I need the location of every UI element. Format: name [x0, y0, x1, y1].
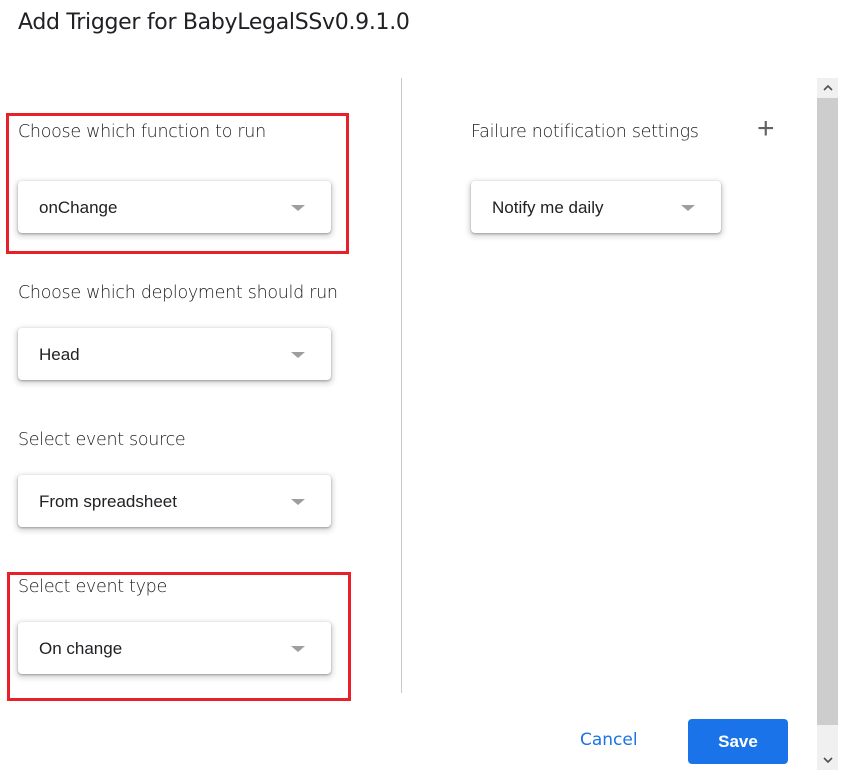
- dialog-title: Add Trigger for BabyLegalSSv0.9.1.0: [18, 10, 410, 35]
- function-label: Choose which function to run: [18, 122, 266, 142]
- event-type-value: On change: [39, 639, 123, 658]
- deployment-label: Choose which deployment should run: [18, 283, 338, 303]
- dropdown-arrow-icon: [291, 646, 305, 652]
- column-divider: [401, 78, 402, 693]
- dropdown-arrow-icon: [291, 499, 305, 505]
- dropdown-arrow-icon: [291, 352, 305, 358]
- cancel-button[interactable]: Cancel: [580, 730, 638, 750]
- event-source-value: From spreadsheet: [39, 492, 177, 511]
- function-value: onChange: [39, 198, 118, 217]
- dropdown-arrow-icon: [681, 205, 695, 211]
- deployment-value: Head: [39, 345, 80, 364]
- failure-notification-value: Notify me daily: [492, 198, 604, 217]
- save-button[interactable]: Save: [688, 719, 788, 764]
- failure-notification-select[interactable]: Notify me daily: [471, 181, 721, 233]
- event-type-select[interactable]: On change: [18, 622, 331, 674]
- scroll-up-icon[interactable]: [817, 78, 838, 98]
- event-source-label: Select event source: [18, 430, 186, 450]
- function-select[interactable]: onChange: [18, 181, 331, 233]
- event-source-select[interactable]: From spreadsheet: [18, 475, 331, 527]
- scroll-down-icon[interactable]: [817, 750, 838, 770]
- dropdown-arrow-icon: [291, 205, 305, 211]
- add-notification-icon[interactable]: +: [757, 112, 775, 146]
- failure-notification-label: Failure notification settings: [471, 122, 699, 142]
- scrollbar-thumb[interactable]: [817, 98, 838, 725]
- deployment-select[interactable]: Head: [18, 328, 331, 380]
- event-type-label: Select event type: [18, 577, 167, 597]
